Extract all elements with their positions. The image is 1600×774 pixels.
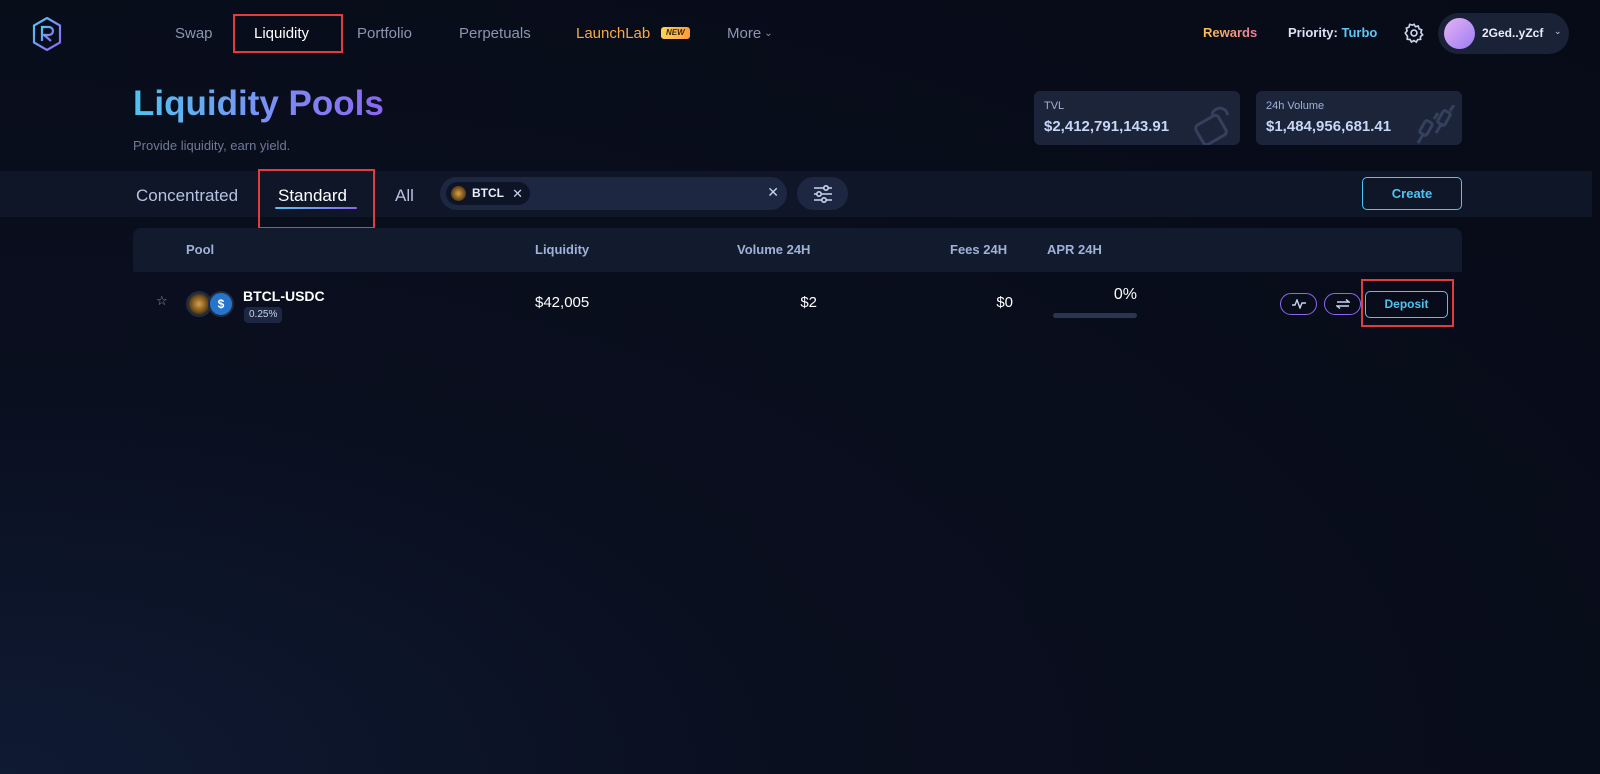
gear-icon[interactable] bbox=[1403, 22, 1425, 44]
clear-search-icon[interactable]: ✕ bbox=[767, 184, 779, 201]
nav-perpetuals[interactable]: Perpetuals bbox=[459, 23, 531, 45]
nav-portfolio[interactable]: Portfolio bbox=[357, 23, 412, 45]
top-nav: Swap Liquidity Portfolio Perpetuals Laun… bbox=[0, 0, 1600, 66]
priority-label: Priority: bbox=[1288, 25, 1338, 40]
apr-progress-bar bbox=[1053, 313, 1137, 318]
priority-value: Turbo bbox=[1341, 25, 1378, 40]
highlight-box bbox=[233, 14, 343, 53]
table-row[interactable]: ☆ $ BTCL-USDC 0.25% $42,005 $2 $0 0% Dep… bbox=[133, 272, 1462, 334]
candlestick-icon bbox=[1416, 105, 1456, 144]
nav-launchlab[interactable]: LaunchLab bbox=[576, 23, 650, 45]
column-liquidity[interactable]: Liquidity bbox=[535, 242, 589, 257]
nav-more[interactable]: More ⌄ bbox=[727, 23, 773, 45]
highlight-box bbox=[1361, 279, 1454, 327]
column-fees[interactable]: Fees 24H bbox=[950, 242, 1007, 257]
usdc-token-icon: $ bbox=[208, 291, 234, 317]
filter-settings-button[interactable] bbox=[797, 177, 848, 210]
tvl-value: $2,412,791,143.91 bbox=[1044, 118, 1170, 135]
close-icon[interactable]: ✕ bbox=[512, 182, 523, 205]
swap-button[interactable] bbox=[1324, 293, 1361, 315]
column-volume[interactable]: Volume 24H bbox=[737, 242, 810, 257]
nav-swap[interactable]: Swap bbox=[175, 23, 213, 45]
pool-pair: BTCL-USDC bbox=[243, 288, 325, 304]
sliders-icon bbox=[814, 184, 832, 204]
tvl-card: TVL $2,412,791,143.91 bbox=[1034, 91, 1240, 145]
filter-bar: Concentrated Standard All BTCL ✕ ✕ Creat… bbox=[0, 169, 1592, 229]
volume-value: $2 bbox=[800, 294, 817, 311]
column-apr[interactable]: APR 24H bbox=[1047, 242, 1102, 257]
btcl-token-icon bbox=[451, 186, 466, 201]
search-chip[interactable]: BTCL ✕ bbox=[446, 182, 530, 205]
activity-icon bbox=[1292, 299, 1306, 309]
table-header: Pool Liquidity Volume 24H Fees 24H APR 2… bbox=[133, 228, 1462, 272]
swap-arrows-icon bbox=[1336, 299, 1350, 309]
chevron-down-icon: ⌄ bbox=[1554, 26, 1562, 36]
chevron-down-icon: ⌄ bbox=[764, 28, 773, 39]
search-chip-label: BTCL bbox=[472, 186, 504, 200]
page-title: Liquidity Pools bbox=[133, 82, 384, 126]
nav-more-label: More bbox=[727, 25, 762, 42]
lock-icon bbox=[1194, 106, 1230, 145]
rewards-link[interactable]: Rewards bbox=[1203, 25, 1257, 40]
wallet-address: 2Ged..yZcf bbox=[1482, 26, 1544, 40]
tvl-label: TVL bbox=[1044, 100, 1065, 112]
wallet-button[interactable]: 2Ged..yZcf ⌄ bbox=[1438, 13, 1569, 54]
volume-value: $1,484,956,681.41 bbox=[1266, 118, 1392, 135]
tab-concentrated[interactable]: Concentrated bbox=[136, 186, 238, 206]
create-button[interactable]: Create bbox=[1362, 177, 1462, 210]
raydium-logo-icon[interactable] bbox=[32, 17, 62, 51]
search-input[interactable]: BTCL ✕ ✕ bbox=[440, 177, 787, 210]
volume-label: 24h Volume bbox=[1266, 100, 1325, 112]
fees-value: $0 bbox=[996, 294, 1013, 311]
star-icon[interactable]: ☆ bbox=[156, 293, 168, 309]
column-pool[interactable]: Pool bbox=[186, 242, 214, 257]
highlight-box bbox=[258, 169, 375, 229]
page-subtitle: Provide liquidity, earn yield. bbox=[133, 138, 291, 153]
priority-selector[interactable]: Priority: Turbo bbox=[1288, 25, 1377, 40]
fee-tier-badge: 0.25% bbox=[244, 307, 283, 323]
chart-button[interactable] bbox=[1280, 293, 1317, 315]
new-badge: NEW bbox=[661, 27, 690, 39]
volume-card: 24h Volume $1,484,956,681.41 bbox=[1256, 91, 1462, 145]
apr-value: 0% bbox=[1113, 286, 1137, 303]
avatar bbox=[1444, 18, 1475, 49]
tab-all[interactable]: All bbox=[395, 186, 414, 206]
liquidity-value: $42,005 bbox=[535, 294, 590, 311]
